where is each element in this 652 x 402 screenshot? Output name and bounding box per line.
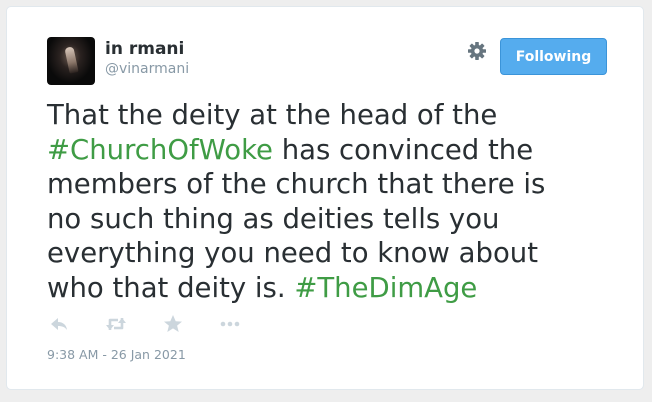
hashtag-link[interactable]: #ChurchOfWoke bbox=[47, 134, 273, 166]
gear-icon[interactable] bbox=[467, 41, 487, 61]
tweet-text-segment: members of the church that there is bbox=[47, 168, 546, 200]
tweet-text-line: who that deity is. #TheDimAge bbox=[47, 271, 627, 306]
tweet-text-line: #ChurchOfWoke has convinced the bbox=[47, 133, 627, 168]
tweet-text-segment: has convinced the bbox=[272, 133, 534, 166]
user-name[interactable]: in rmani bbox=[105, 39, 184, 59]
tweet-text-line: That the deity at the head of the bbox=[47, 98, 627, 133]
star-icon[interactable] bbox=[161, 312, 185, 336]
tweet-text: That the deity at the head of the #Church… bbox=[47, 98, 627, 305]
avatar[interactable] bbox=[47, 37, 95, 85]
hashtag-link[interactable]: #TheDimAge bbox=[294, 272, 477, 304]
tweet-text-line: members of the church that there is bbox=[47, 167, 627, 202]
following-button[interactable]: Following bbox=[500, 38, 607, 75]
tweet-text-segment: everything you need to know about bbox=[47, 237, 539, 269]
tweet-text-segment: That the deity at the head of the bbox=[47, 99, 498, 131]
reply-icon[interactable] bbox=[47, 312, 71, 336]
tweet-text-line: everything you need to know about bbox=[47, 236, 627, 271]
avatar-figure bbox=[64, 46, 79, 74]
tweet-text-line: no such thing as deities tells you bbox=[47, 202, 627, 237]
tweet-card: in rmani @vinarmani Following That the d… bbox=[6, 6, 644, 390]
retweet-icon[interactable] bbox=[104, 312, 128, 336]
user-handle[interactable]: @vinarmani bbox=[105, 60, 189, 78]
tweet-text-segment: no such thing as deities tells you bbox=[47, 202, 500, 235]
more-icon[interactable] bbox=[218, 312, 242, 336]
tweet-timestamp[interactable]: 9:38 AM - 26 Jan 2021 bbox=[47, 347, 186, 363]
tweet-text-segment: who that deity is. bbox=[47, 271, 295, 304]
